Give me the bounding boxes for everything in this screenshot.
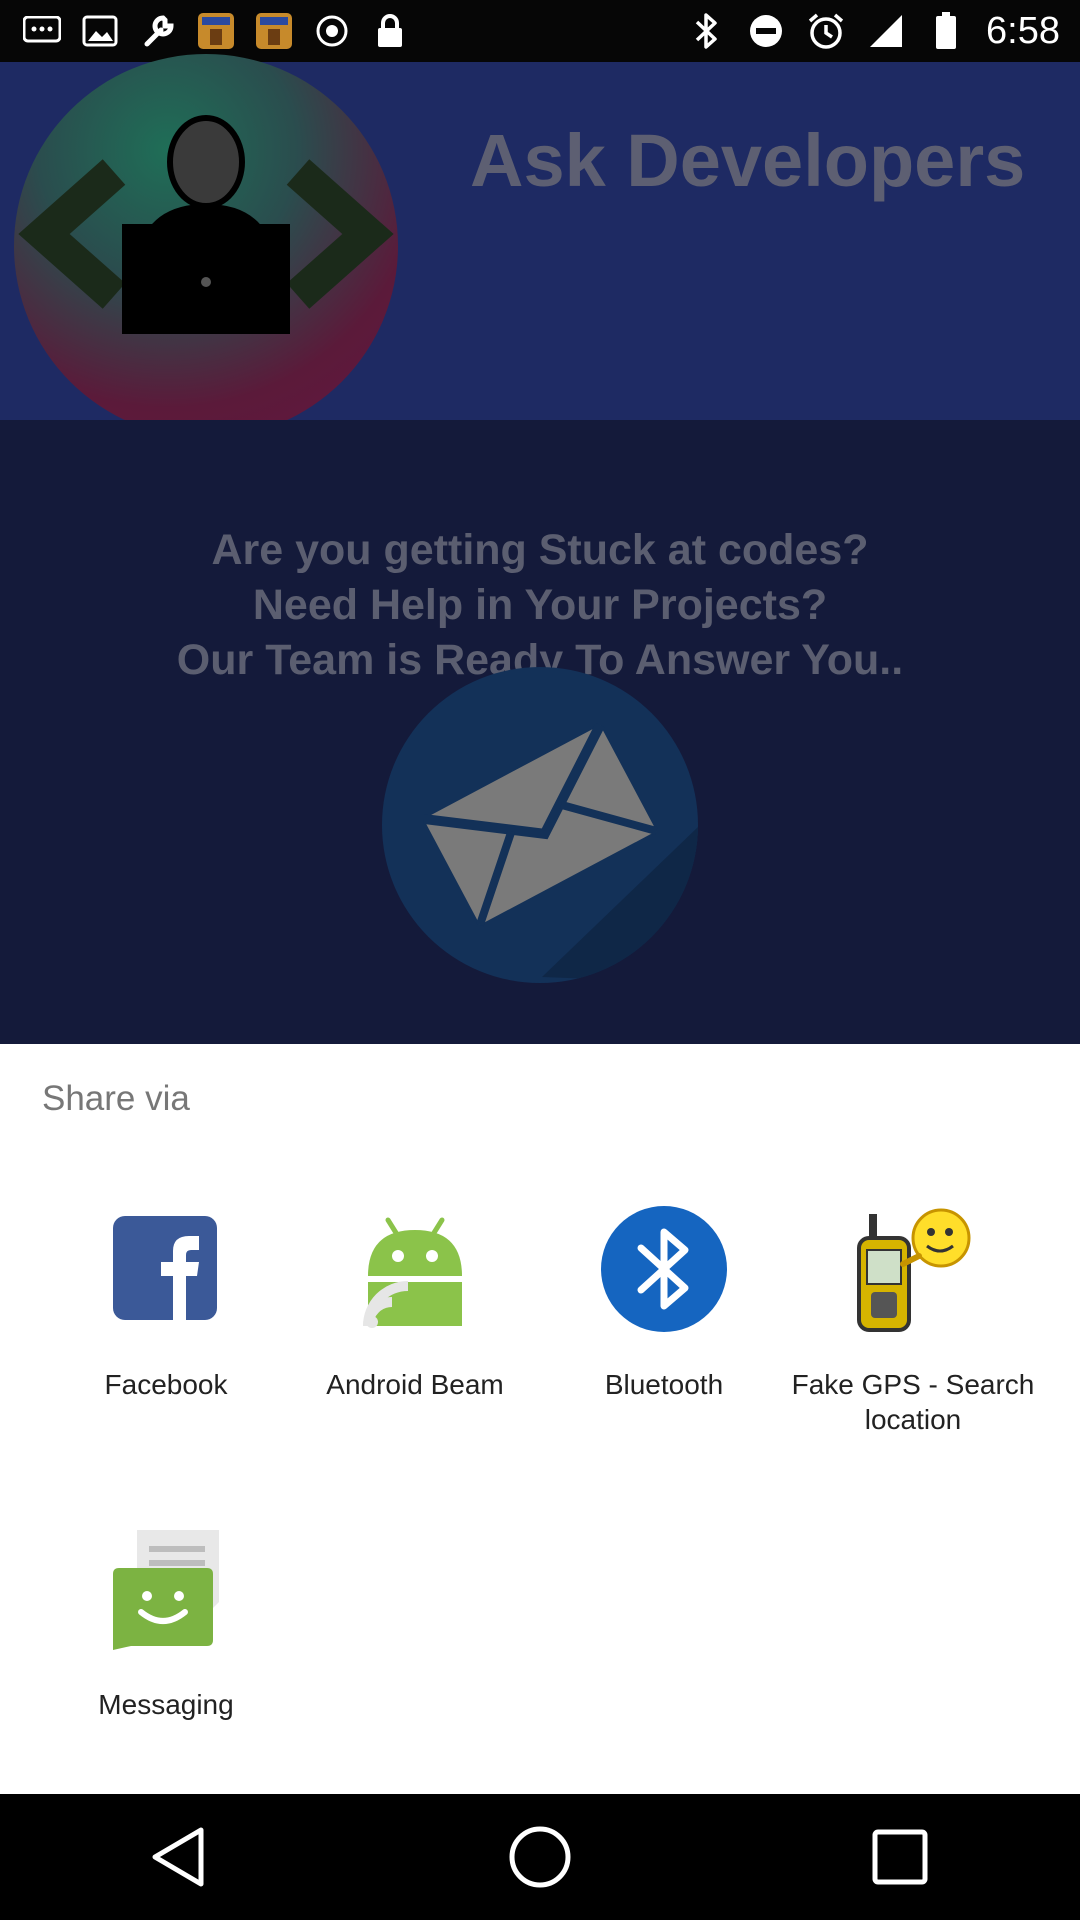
envelope-icon xyxy=(422,722,698,983)
bluetooth-icon xyxy=(599,1204,729,1334)
share-target-android-beam[interactable]: Android Beam xyxy=(290,1204,540,1424)
share-target-bluetooth[interactable]: Bluetooth xyxy=(539,1204,789,1424)
battery-icon xyxy=(926,11,966,51)
record-icon xyxy=(312,11,352,51)
lock-icon xyxy=(370,11,410,51)
share-sheet: Share via Facebook Android Beam Bluetoot… xyxy=(0,1044,1080,1794)
topics-app-icon xyxy=(196,11,236,51)
home-icon[interactable] xyxy=(490,1807,590,1907)
share-target-label: Facebook xyxy=(104,1369,228,1400)
facebook-icon xyxy=(101,1204,231,1334)
share-target-label: Android Beam xyxy=(326,1369,504,1400)
fake-gps-icon xyxy=(843,1198,983,1338)
app-header: Ask Developers xyxy=(0,54,1080,438)
messages-icon xyxy=(22,11,62,51)
recents-icon[interactable] xyxy=(850,1807,950,1907)
share-sheet-title: Share via xyxy=(42,1079,190,1118)
share-target-label: Fake GPS - Search location xyxy=(791,1369,1035,1435)
share-target-facebook[interactable]: Facebook xyxy=(41,1204,291,1424)
developer-logo-icon xyxy=(14,54,398,438)
alarm-icon xyxy=(806,11,846,51)
app-title: Ask Developers xyxy=(470,119,1026,202)
signal-icon xyxy=(866,11,906,51)
image-icon xyxy=(80,11,120,51)
share-target-label: Messaging xyxy=(98,1689,234,1720)
mail-button[interactable] xyxy=(382,667,698,983)
clock: 6:58 xyxy=(986,9,1060,52)
navigation-bar xyxy=(0,1794,1080,1920)
bluetooth-icon xyxy=(686,11,726,51)
messaging-icon xyxy=(101,1524,231,1654)
share-target-fake-gps[interactable]: Fake GPS - Search location xyxy=(788,1204,1038,1435)
back-icon[interactable] xyxy=(130,1807,230,1907)
share-target-messaging[interactable]: Messaging xyxy=(41,1524,291,1744)
wrench-icon xyxy=(138,11,178,51)
tagline-line-1: Are you getting Stuck at codes? xyxy=(211,526,869,574)
android-beam-icon xyxy=(350,1204,480,1334)
status-bar: 6:58 xyxy=(0,0,1080,62)
app-background: Ask Developers Are you getting Stuck at … xyxy=(0,54,1080,1044)
do-not-disturb-icon xyxy=(746,11,786,51)
tagline-line-2: Need Help in Your Projects? xyxy=(252,581,828,629)
topics-app-icon xyxy=(254,11,294,51)
share-target-label: Bluetooth xyxy=(604,1369,724,1400)
